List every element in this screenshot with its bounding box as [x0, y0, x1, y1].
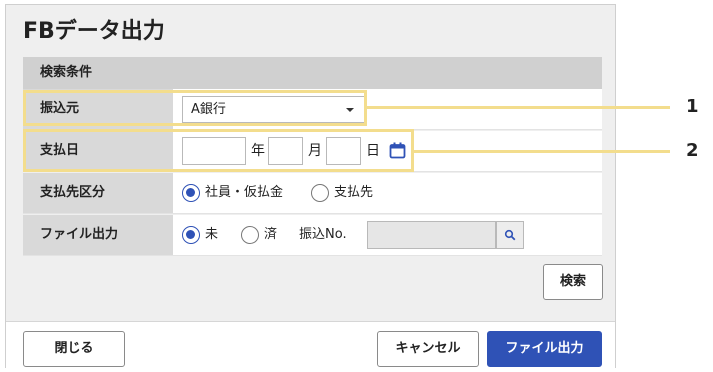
page-title: FBデータ出力: [23, 19, 165, 44]
highlight-box-2: [23, 129, 414, 172]
transfer-no-input[interactable]: [367, 221, 496, 249]
transfer-no-label: 振込No.: [299, 227, 347, 242]
search-icon: [504, 229, 516, 241]
cancel-button[interactable]: キャンセル: [377, 331, 479, 367]
file-radio-done[interactable]: [241, 226, 259, 244]
payee-radio-vendor[interactable]: [311, 184, 329, 202]
payee-label: 支払先区分: [23, 173, 173, 213]
file-option-done: 済: [264, 227, 278, 242]
section-header: 検索条件: [23, 57, 602, 89]
file-radio-not-yet[interactable]: [182, 226, 200, 244]
callout-line-1: [366, 106, 670, 109]
payee-radio-employee[interactable]: [182, 184, 200, 202]
payee-option-employee: 社員・仮払金: [205, 185, 284, 200]
dialog-footer: 閉じる キャンセル ファイル出力: [6, 321, 615, 368]
file-output-label: ファイル出力: [23, 215, 173, 255]
close-button[interactable]: 閉じる: [23, 331, 125, 367]
transfer-search-button[interactable]: [496, 221, 524, 249]
row-payee: 支払先区分 社員・仮払金 支払先: [23, 173, 602, 214]
callout-number-1: 1: [686, 96, 699, 117]
callout-line-2: [413, 150, 670, 153]
search-button[interactable]: 検索: [543, 264, 603, 300]
export-button[interactable]: ファイル出力: [487, 331, 602, 367]
row-file-output: ファイル出力 未 済 振込No.: [23, 215, 602, 256]
file-option-not-yet: 未: [205, 227, 219, 242]
highlight-box-1: [23, 90, 367, 126]
payee-option-vendor: 支払先: [334, 185, 374, 200]
fb-export-dialog: FBデータ出力 検索条件 振込元 A銀行 支払日 年 月 日 支払先区分 社員・…: [5, 4, 616, 368]
callout-number-2: 2: [686, 140, 699, 161]
